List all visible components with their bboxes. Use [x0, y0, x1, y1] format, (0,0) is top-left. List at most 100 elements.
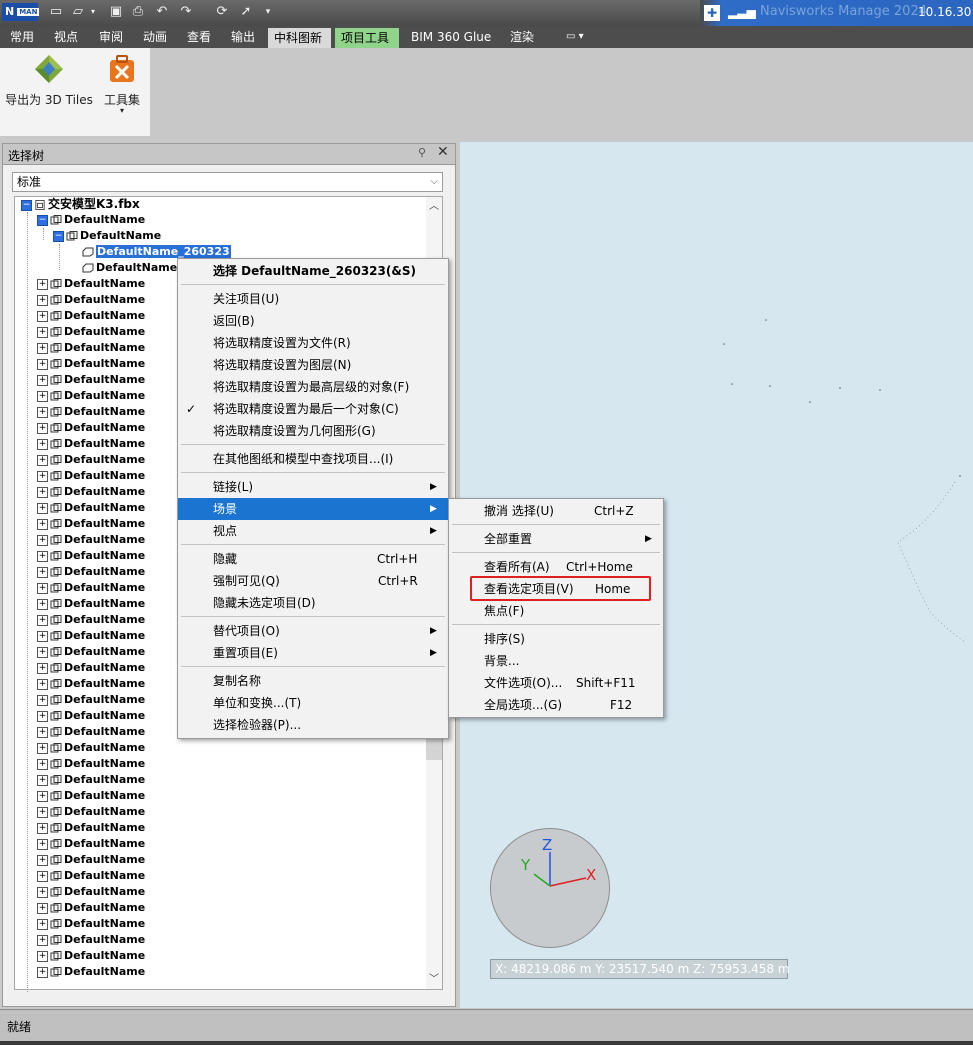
- tree-item-collapsed[interactable]: + DefaultName: [37, 484, 145, 500]
- new-file-icon[interactable]: ▭: [48, 4, 64, 20]
- expand-icon[interactable]: +: [37, 278, 48, 290]
- tree-item-collapsed[interactable]: + DefaultName: [37, 756, 145, 772]
- toolkit-button[interactable]: 工具集 ▾: [100, 52, 144, 115]
- tree-item-collapsed[interactable]: + DefaultName: [37, 692, 145, 708]
- tree-item-collapsed[interactable]: + DefaultName: [37, 404, 145, 420]
- tree-item-collapsed[interactable]: + DefaultName: [37, 628, 145, 644]
- menu-item-override[interactable]: 替代项目(O) ▶: [178, 620, 448, 642]
- tree-root[interactable]: − 交安模型K3.fbx: [21, 196, 140, 212]
- scroll-up-icon[interactable]: ︿: [426, 199, 442, 215]
- expand-icon[interactable]: +: [37, 614, 48, 626]
- menu-item-viewpoint[interactable]: 视点 ▶: [178, 520, 448, 542]
- tree-item-collapsed[interactable]: + DefaultName: [37, 532, 145, 548]
- tree-item-collapsed[interactable]: + DefaultName: [37, 676, 145, 692]
- tab-output[interactable]: 输出: [225, 26, 261, 48]
- tree-item-collapsed[interactable]: + DefaultName: [37, 660, 145, 676]
- tree-mode-select[interactable]: 标准 ⌵: [12, 172, 443, 192]
- tree-item-collapsed[interactable]: + DefaultName: [37, 916, 145, 932]
- expand-icon[interactable]: +: [37, 646, 48, 658]
- tree-item-collapsed[interactable]: + DefaultName: [37, 596, 145, 612]
- expand-icon[interactable]: +: [37, 806, 48, 818]
- tab-overflow-icon[interactable]: ▭ ▾: [560, 26, 590, 48]
- menu-item-background[interactable]: 背景...: [449, 650, 663, 672]
- expand-icon[interactable]: +: [37, 534, 48, 546]
- menu-item-scene[interactable]: 场景 ▶: [178, 498, 448, 520]
- menu-item-resolution-file[interactable]: 将选取精度设置为文件(R): [178, 332, 448, 354]
- expand-icon[interactable]: +: [37, 390, 48, 402]
- menu-item-reset-all[interactable]: 全部重置 ▶: [449, 528, 663, 550]
- menu-item-hide-unselected[interactable]: 隐藏未选定项目(D): [178, 592, 448, 614]
- tab-home[interactable]: 常用: [4, 26, 40, 48]
- expand-icon[interactable]: +: [37, 502, 48, 514]
- tree-item-collapsed[interactable]: + DefaultName: [37, 372, 145, 388]
- menu-item-reset[interactable]: 重置项目(E) ▶: [178, 642, 448, 664]
- menu-item-units-transform[interactable]: 单位和变换...(T): [178, 692, 448, 714]
- tree-item-collapsed[interactable]: + DefaultName: [37, 900, 145, 916]
- expand-icon[interactable]: +: [37, 374, 48, 386]
- tree-item-collapsed[interactable]: + DefaultName: [37, 500, 145, 516]
- menu-item-return[interactable]: 返回(B): [178, 310, 448, 332]
- tree-item-collapsed[interactable]: + DefaultName: [37, 788, 145, 804]
- tree-item-collapsed[interactable]: + DefaultName: [37, 852, 145, 868]
- expand-icon[interactable]: +: [37, 582, 48, 594]
- tab-zhongke-tuxin[interactable]: 中科图新: [268, 28, 331, 48]
- collapse-icon[interactable]: −: [53, 230, 64, 242]
- expand-icon[interactable]: +: [37, 406, 48, 418]
- export-3dtiles-button[interactable]: 导出为 3D Tiles: [3, 52, 95, 108]
- tree-item-collapsed[interactable]: + DefaultName: [37, 580, 145, 596]
- tree-item-level2[interactable]: − DefaultName: [53, 228, 161, 244]
- menu-item-find-in-other[interactable]: 在其他图纸和模型中查找项目...(I): [178, 448, 448, 470]
- expand-icon[interactable]: +: [37, 790, 48, 802]
- expand-icon[interactable]: +: [37, 902, 48, 914]
- print-icon[interactable]: ⎙: [130, 4, 146, 20]
- select-arrow-icon[interactable]: ➚: [238, 4, 254, 20]
- expand-icon[interactable]: +: [37, 310, 48, 322]
- tree-item-collapsed[interactable]: + DefaultName: [37, 836, 145, 852]
- tree-item-sibling[interactable]: DefaultName_: [82, 260, 183, 276]
- expand-icon[interactable]: +: [37, 662, 48, 674]
- tree-item-collapsed[interactable]: + DefaultName: [37, 436, 145, 452]
- save-icon[interactable]: ▣: [108, 4, 124, 20]
- tree-item-collapsed[interactable]: + DefaultName: [37, 324, 145, 340]
- menu-item-global-options[interactable]: 全局选项...(G) F12: [449, 694, 663, 716]
- menu-item-selection-inspector[interactable]: 选择检验器(P)...: [178, 714, 448, 736]
- tab-view[interactable]: 查看: [181, 26, 217, 48]
- tree-item-collapsed[interactable]: + DefaultName: [37, 932, 145, 948]
- tab-render[interactable]: 渲染: [504, 26, 540, 48]
- expand-icon[interactable]: +: [37, 454, 48, 466]
- expand-icon[interactable]: +: [37, 966, 48, 978]
- menu-item-require[interactable]: 强制可见(Q) Ctrl+R: [178, 570, 448, 592]
- expand-icon[interactable]: +: [37, 342, 48, 354]
- tree-item-collapsed[interactable]: + DefaultName: [37, 548, 145, 564]
- tab-animation[interactable]: 动画: [137, 26, 173, 48]
- tree-item-collapsed[interactable]: + DefaultName: [37, 948, 145, 964]
- tree-item-collapsed[interactable]: + DefaultName: [37, 724, 145, 740]
- tree-item-collapsed[interactable]: + DefaultName: [37, 308, 145, 324]
- menu-item-links[interactable]: 链接(L) ▶: [178, 476, 448, 498]
- menu-item-view-all[interactable]: 查看所有(A) Ctrl+Home: [449, 556, 663, 578]
- expand-icon[interactable]: +: [37, 518, 48, 530]
- tree-item-collapsed[interactable]: + DefaultName: [37, 388, 145, 404]
- menu-item-hide[interactable]: 隐藏 Ctrl+H: [178, 548, 448, 570]
- tree-item-collapsed[interactable]: + DefaultName: [37, 964, 145, 980]
- menu-item-select[interactable]: 选择 DefaultName_260323(&S): [178, 260, 448, 282]
- expand-icon[interactable]: +: [37, 598, 48, 610]
- tree-item-level1[interactable]: − DefaultName: [37, 212, 145, 228]
- tree-item-collapsed[interactable]: + DefaultName: [37, 804, 145, 820]
- tab-bim360-glue[interactable]: BIM 360 Glue: [405, 26, 497, 48]
- expand-icon[interactable]: +: [37, 758, 48, 770]
- tree-item-collapsed[interactable]: + DefaultName: [37, 772, 145, 788]
- undo-icon[interactable]: ↶: [154, 4, 170, 20]
- expand-icon[interactable]: +: [37, 950, 48, 962]
- menu-item-focus[interactable]: 焦点(F): [449, 600, 663, 622]
- expand-icon[interactable]: +: [37, 470, 48, 482]
- expand-icon[interactable]: +: [37, 358, 48, 370]
- expand-icon[interactable]: +: [37, 886, 48, 898]
- infocenter-icon[interactable]: ✚: [704, 5, 720, 21]
- expand-icon[interactable]: +: [37, 726, 48, 738]
- redo-icon[interactable]: ↷: [178, 4, 194, 20]
- tree-item-collapsed[interactable]: + DefaultName: [37, 612, 145, 628]
- expand-icon[interactable]: +: [37, 870, 48, 882]
- tree-item-collapsed[interactable]: + DefaultName: [37, 452, 145, 468]
- menu-item-resolution-highest[interactable]: 将选取精度设置为最高层级的对象(F): [178, 376, 448, 398]
